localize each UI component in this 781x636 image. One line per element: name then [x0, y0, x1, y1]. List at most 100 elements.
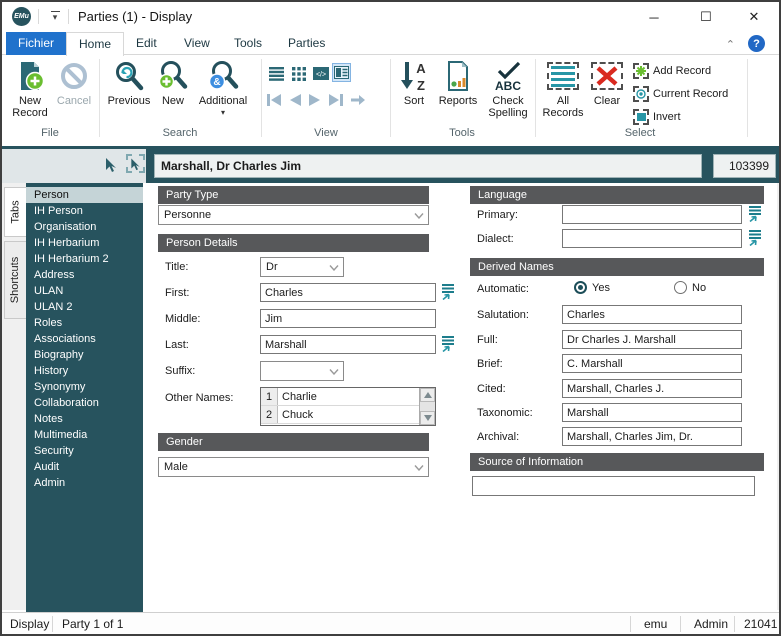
- titlebar-separator: [68, 9, 69, 24]
- automatic-no-radio[interactable]: No: [674, 281, 706, 294]
- sidebar-item-multimedia[interactable]: Multimedia: [26, 427, 143, 443]
- other-names-scrollbar[interactable]: [419, 388, 435, 425]
- select-region-icon[interactable]: [126, 154, 145, 173]
- menu-tab-tools[interactable]: Tools: [222, 32, 274, 55]
- scroll-down-icon[interactable]: [420, 411, 435, 425]
- reports-button[interactable]: Reports: [434, 60, 482, 107]
- current-record-button[interactable]: Current Record: [633, 85, 728, 103]
- last-lookup-icon[interactable]: [441, 336, 456, 352]
- svg-text:&: &: [213, 77, 220, 88]
- clear-selection-button[interactable]: Clear: [587, 60, 627, 107]
- sidebar-item-ih-herbarium[interactable]: IH Herbarium: [26, 235, 143, 251]
- source-of-information-field[interactable]: [472, 476, 755, 496]
- archival-name-label: Archival:: [477, 431, 519, 443]
- gender-dropdown[interactable]: Male: [158, 457, 429, 477]
- first-record-icon[interactable]: [266, 93, 282, 107]
- side-tab-shortcuts[interactable]: Shortcuts: [4, 241, 26, 319]
- additional-search-button[interactable]: & Additional ▾: [194, 60, 252, 119]
- other-names-row[interactable]: 2 Chuck: [261, 406, 419, 424]
- primary-language-field[interactable]: [562, 205, 742, 224]
- sort-button[interactable]: A Z Sort: [395, 60, 433, 107]
- salutation-field[interactable]: Charles: [562, 305, 742, 324]
- dialect-lookup-icon[interactable]: [748, 230, 763, 246]
- last-record-icon[interactable]: [328, 93, 344, 107]
- invert-selection-button[interactable]: Invert: [633, 108, 681, 126]
- sidebar-item-ulan-2[interactable]: ULAN 2: [26, 299, 143, 315]
- sidebar-item-person[interactable]: Person: [26, 187, 143, 203]
- sidebar-item-security[interactable]: Security: [26, 443, 143, 459]
- sidebar-item-audit[interactable]: Audit: [26, 459, 143, 475]
- previous-record-icon[interactable]: [288, 93, 302, 107]
- sidebar-item-admin[interactable]: Admin: [26, 475, 143, 491]
- list-view-icon[interactable]: [267, 64, 286, 83]
- first-name-field[interactable]: Charles: [260, 283, 436, 302]
- new-record-button[interactable]: New Record: [8, 60, 52, 119]
- menu-tab-parties[interactable]: Parties: [276, 32, 337, 55]
- sidebar-item-ih-person[interactable]: IH Person: [26, 203, 143, 219]
- help-button[interactable]: ?: [748, 35, 765, 52]
- brief-name-field[interactable]: C. Marshall: [562, 354, 742, 373]
- grid-view-icon[interactable]: [289, 64, 308, 83]
- details-view-icon[interactable]: [332, 63, 351, 82]
- middle-name-field[interactable]: Jim: [260, 309, 436, 328]
- sidebar-item-roles[interactable]: Roles: [26, 315, 143, 331]
- titlebar-separator: [38, 9, 39, 24]
- menu-tab-view[interactable]: View: [172, 32, 222, 55]
- sidebar-item-associations[interactable]: Associations: [26, 331, 143, 347]
- sidebar-item-organisation[interactable]: Organisation: [26, 219, 143, 235]
- collapse-ribbon-icon[interactable]: ⌃: [726, 38, 735, 51]
- close-button[interactable]: ✕: [733, 2, 775, 32]
- sidebar-item-collaboration[interactable]: Collaboration: [26, 395, 143, 411]
- radio-unselected-icon: [674, 281, 687, 294]
- cancel-button[interactable]: Cancel: [54, 60, 94, 107]
- archival-name-field[interactable]: Marshall, Charles Jim, Dr.: [562, 427, 742, 446]
- status-separator: [630, 616, 631, 632]
- menu-tab-home[interactable]: Home: [66, 32, 124, 56]
- page-view-icon[interactable]: </>: [311, 64, 330, 83]
- minimize-button[interactable]: ─: [633, 2, 675, 32]
- select-pointer-icon[interactable]: [103, 155, 119, 173]
- menu-tab-fichier[interactable]: Fichier: [6, 32, 66, 55]
- quick-access-caret-icon[interactable]: ▾: [48, 8, 62, 22]
- new-search-button[interactable]: New: [155, 60, 191, 107]
- scroll-up-icon[interactable]: [420, 388, 435, 402]
- party-type-dropdown[interactable]: Personne: [158, 205, 429, 225]
- chevron-down-icon: [414, 465, 424, 471]
- title-dropdown[interactable]: Dr: [260, 257, 344, 277]
- other-names-label: Other Names:: [165, 392, 233, 404]
- previous-search-button[interactable]: Previous: [104, 60, 154, 107]
- app-icon[interactable]: EMu: [12, 7, 31, 26]
- record-summary-field[interactable]: Marshall, Dr Charles Jim: [154, 154, 702, 178]
- sidebar-item-ulan[interactable]: ULAN: [26, 283, 143, 299]
- maximize-button[interactable]: ☐: [685, 2, 727, 32]
- sidebar-item-address[interactable]: Address: [26, 267, 143, 283]
- taxonomic-name-field[interactable]: Marshall: [562, 403, 742, 422]
- check-spelling-button[interactable]: ABC Check Spelling: [483, 60, 533, 119]
- sidebar-item-notes[interactable]: Notes: [26, 411, 143, 427]
- cited-name-field[interactable]: Marshall, Charles J.: [562, 379, 742, 398]
- automatic-yes-radio[interactable]: Yes: [574, 281, 610, 294]
- other-names-row[interactable]: 1 Charlie: [261, 388, 419, 406]
- new-search-icon: [157, 60, 189, 92]
- sidebar-item-biography[interactable]: Biography: [26, 347, 143, 363]
- additional-dropdown-caret[interactable]: ▾: [194, 107, 252, 119]
- sidebar-item-synonymy[interactable]: Synonymy: [26, 379, 143, 395]
- sidebar-item-history[interactable]: History: [26, 363, 143, 379]
- all-records-button[interactable]: All Records: [540, 60, 586, 119]
- next-record-icon[interactable]: [308, 93, 322, 107]
- suffix-dropdown[interactable]: [260, 361, 344, 381]
- primary-lookup-icon[interactable]: [748, 206, 763, 222]
- sidebar-item-ih-herbarium-2[interactable]: IH Herbarium 2: [26, 251, 143, 267]
- last-name-field[interactable]: Marshall: [260, 335, 436, 354]
- add-record-button[interactable]: Add Record: [633, 62, 711, 80]
- dialect-field[interactable]: [562, 229, 742, 248]
- menu-tab-edit[interactable]: Edit: [124, 32, 169, 55]
- goto-record-icon[interactable]: [350, 93, 366, 107]
- record-number-field[interactable]: 103399: [713, 154, 776, 178]
- first-lookup-icon[interactable]: [441, 284, 456, 300]
- full-name-field[interactable]: Dr Charles J. Marshall: [562, 330, 742, 349]
- file-group-label: File: [10, 127, 90, 139]
- window-title: Parties (1) - Display: [78, 9, 192, 24]
- group-separator: [99, 59, 100, 137]
- side-tab-tabs[interactable]: Tabs: [4, 187, 26, 237]
